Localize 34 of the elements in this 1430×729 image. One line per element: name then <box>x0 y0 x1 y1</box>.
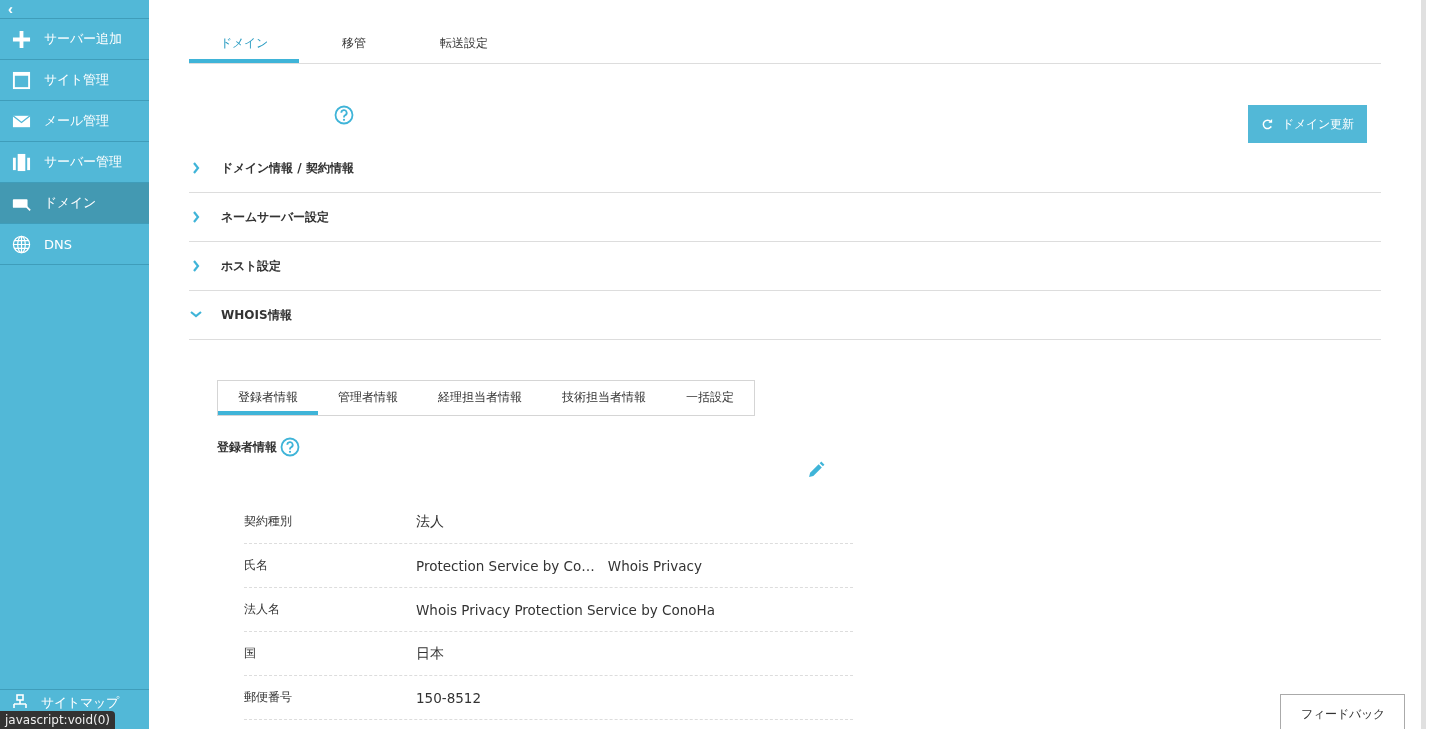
field-value: 日本 <box>416 644 444 663</box>
accordion-header[interactable]: ホスト設定 <box>189 242 1381 291</box>
field-label: 契約種別 <box>244 513 293 530</box>
tab[interactable]: 登録者情報 <box>218 381 318 415</box>
status-tooltip: javascript:void(0) <box>0 711 116 729</box>
window-icon <box>12 70 31 90</box>
globe-icon <box>12 234 31 254</box>
field-value: Whois Privacy <box>607 557 702 574</box>
field-value: 法人 <box>416 512 444 531</box>
feedback-button[interactable]: フィードバック <box>1280 694 1405 729</box>
field-label: 氏名 <box>244 557 269 574</box>
accordion-header[interactable]: ドメイン情報 / 契約情報 <box>189 144 1381 193</box>
accordion-header[interactable]: WHOIS情報 <box>189 291 1381 340</box>
help-icon[interactable] <box>280 437 300 457</box>
field-label: 法人名 <box>244 601 281 618</box>
sitemap-icon <box>12 694 28 708</box>
accordion-header[interactable]: ネームサーバー設定 <box>189 193 1381 242</box>
tab[interactable]: 転送設定 <box>409 28 519 63</box>
pencil-icon[interactable] <box>808 461 825 478</box>
field-label: 国 <box>244 645 257 662</box>
tab[interactable]: 一括設定 <box>666 381 754 415</box>
help-icon[interactable] <box>334 105 354 125</box>
field-value: Whois Privacy Protection Service by ConoHa <box>416 601 715 618</box>
tab[interactable]: 経理担当者情報 <box>418 381 542 415</box>
tab[interactable]: 技術担当者情報 <box>542 381 666 415</box>
section-heading: 登録者情報 <box>217 438 277 456</box>
field-label: 郵便番号 <box>244 689 293 706</box>
tab[interactable]: 移管 <box>299 28 409 63</box>
server-icon <box>12 152 31 172</box>
plus-icon <box>12 29 31 49</box>
field-value: 150-8512 <box>416 689 481 706</box>
refresh-icon <box>1261 117 1274 131</box>
field-value: Protection Service by Co… <box>416 557 595 574</box>
tab[interactable]: 管理者情報 <box>318 381 418 415</box>
